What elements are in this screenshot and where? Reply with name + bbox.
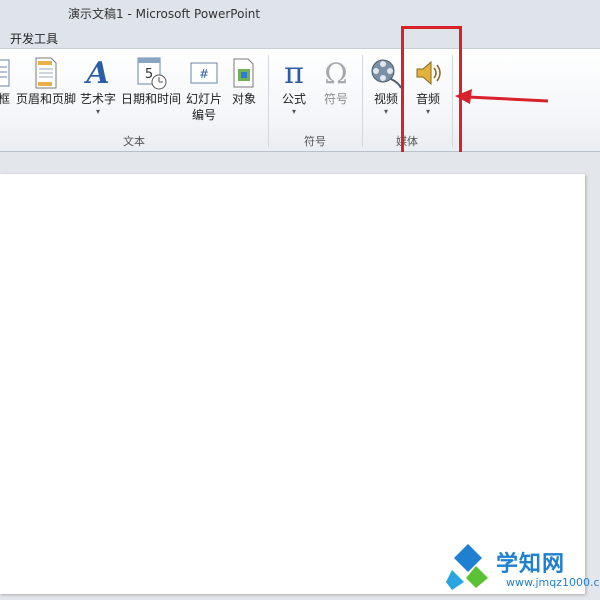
slide[interactable] <box>0 174 585 594</box>
video-dropdown-arrow[interactable]: ▾ <box>368 107 404 117</box>
watermark-url: www.jmqz1000.com <box>506 576 600 589</box>
ribbon-tab-bar: 开发工具 <box>0 26 600 48</box>
film-reel-icon <box>368 55 404 91</box>
pi-icon: π <box>284 55 304 91</box>
symbol-group-label: 符号 <box>304 135 326 148</box>
object-button[interactable]: 对象 <box>226 55 262 107</box>
video-label: 视频 <box>373 92 398 106</box>
date-time-button[interactable]: 5 日期和时间 <box>118 55 184 107</box>
symbol-label: 符号 <box>323 92 348 106</box>
wordart-label: 艺术字 <box>79 92 116 106</box>
watermark: 学知网 www.jmqz1000.com <box>446 540 600 598</box>
video-button[interactable]: 视频 ▾ <box>368 55 404 117</box>
text-box-label: 框 <box>0 92 10 106</box>
date-time-label: 日期和时间 <box>120 92 181 106</box>
calendar-clock-icon: 5 <box>118 55 184 91</box>
wordart-dropdown-arrow[interactable]: ▾ <box>78 107 118 117</box>
title-bar: 演示文稿1 - Microsoft PowerPoint <box>0 0 600 26</box>
ribbon: 框 页眉和页脚 A 艺术字 ▾ 5 日期和时间 # 幻灯片 编号 对象 文本 π… <box>0 48 600 152</box>
slide-number-button[interactable]: # 幻灯片 编号 <box>184 55 224 123</box>
equation-dropdown-arrow[interactable]: ▾ <box>276 107 312 117</box>
audio-dropdown-arrow[interactable]: ▾ <box>410 107 446 117</box>
slide-number-label: 幻灯片 <box>185 92 222 106</box>
header-footer-button[interactable]: 页眉和页脚 <box>14 55 78 107</box>
header-footer-icon <box>14 55 78 91</box>
speaker-icon <box>410 55 446 91</box>
svg-text:#: # <box>199 67 209 81</box>
equation-label: 公式 <box>281 92 306 106</box>
media-group-label: 媒体 <box>396 135 418 148</box>
window-title: 演示文稿1 - Microsoft PowerPoint <box>68 7 261 21</box>
text-box-icon <box>0 55 14 91</box>
wordart-icon: A <box>86 55 110 91</box>
group-separator <box>452 55 453 147</box>
text-box-button[interactable]: 框 <box>0 55 14 107</box>
tab-developer[interactable]: 开发工具 <box>10 30 58 47</box>
slide-number-label-line2: 编号 <box>191 108 216 122</box>
audio-label: 音频 <box>415 92 440 106</box>
object-label: 对象 <box>231 92 256 106</box>
slide-canvas <box>0 152 600 600</box>
audio-button[interactable]: 音频 ▾ <box>410 55 446 117</box>
equation-button[interactable]: π 公式 ▾ <box>276 55 312 117</box>
object-icon <box>226 55 262 91</box>
symbol-button[interactable]: Ω 符号 <box>318 55 354 107</box>
omega-icon: Ω <box>324 56 348 90</box>
wordart-button[interactable]: A 艺术字 ▾ <box>78 55 118 117</box>
watermark-logo-icon <box>446 544 488 590</box>
slide-number-icon: # <box>184 55 224 91</box>
text-group-label: 文本 <box>123 135 145 148</box>
watermark-name: 学知网 <box>496 552 566 577</box>
header-footer-label: 页眉和页脚 <box>15 92 76 106</box>
